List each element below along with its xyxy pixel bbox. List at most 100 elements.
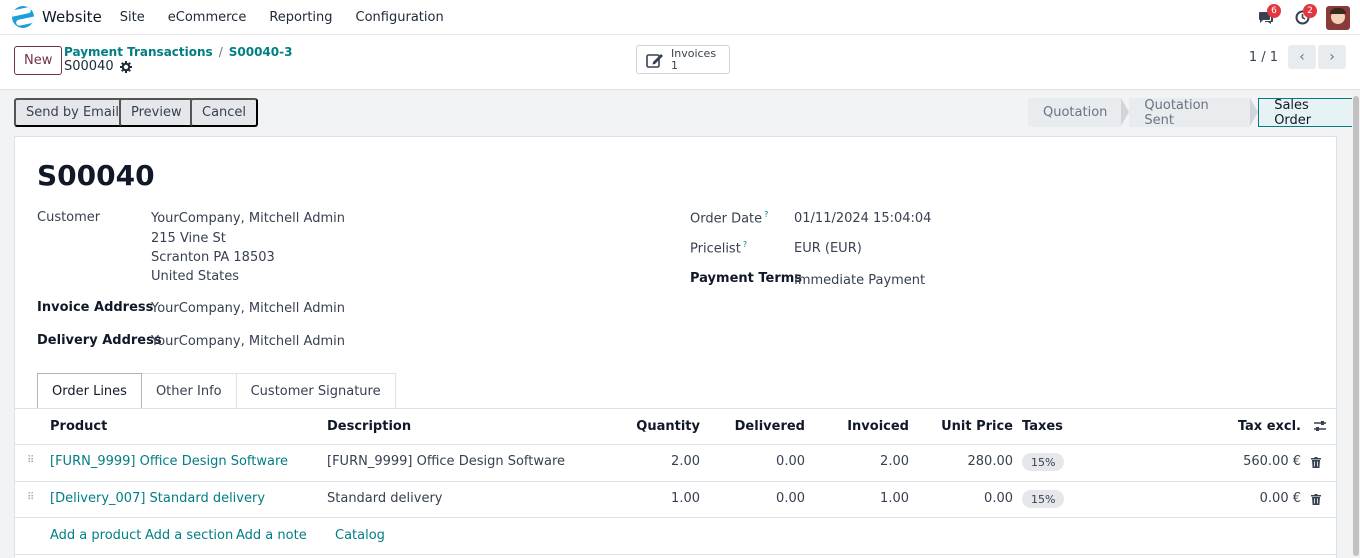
- header-bottom-border: [15, 444, 1336, 445]
- chevron-left-icon: ‹: [1299, 49, 1305, 65]
- row-invoiced[interactable]: 1.00: [880, 491, 909, 506]
- delivery-address-label: Delivery Address: [37, 333, 162, 348]
- help-icon[interactable]: ?: [743, 240, 747, 249]
- stage-quotation-sent[interactable]: Quotation Sent: [1129, 98, 1251, 128]
- col-header-quantity[interactable]: Quantity: [636, 419, 700, 434]
- row-invoiced[interactable]: 2.00: [880, 454, 909, 469]
- pricelist-label-text: Pricelist: [690, 241, 741, 257]
- col-header-invoiced[interactable]: Invoiced: [847, 419, 909, 434]
- order-date-label-text: Order Date: [690, 211, 763, 227]
- scrollbar-thumb[interactable]: [1353, 96, 1359, 556]
- top-navbar: Website Site eCommerce Reporting Configu…: [0, 0, 1360, 35]
- drag-handle-icon[interactable]: ⠿: [27, 492, 35, 504]
- table-bottom-border: [15, 554, 1336, 555]
- tab-customer-signature[interactable]: Customer Signature: [235, 373, 396, 409]
- invoices-smart-button[interactable]: Invoices 1: [636, 45, 730, 74]
- stage-sales-order[interactable]: Sales Order: [1258, 98, 1360, 128]
- notebook-tabs: Order Lines Other Info Customer Signatur…: [37, 373, 396, 410]
- pager-next-button[interactable]: ›: [1318, 45, 1346, 69]
- row-subtotal: 0.00 €: [1259, 491, 1301, 506]
- tab-order-lines[interactable]: Order Lines: [37, 373, 142, 410]
- messages-button[interactable]: 6: [1248, 0, 1284, 35]
- col-header-tax-excl[interactable]: Tax excl.: [1238, 419, 1301, 434]
- customer-city: Scranton PA 18503: [151, 250, 275, 265]
- drag-handle-icon[interactable]: ⠿: [27, 455, 35, 467]
- row-unit-price[interactable]: 0.00: [984, 491, 1013, 506]
- col-header-delivered[interactable]: Delivered: [735, 419, 805, 434]
- control-panel: New Payment Transactions / S00040-3 S00040…: [0, 35, 1360, 90]
- form-statusbar: Send by Email Preview Cancel Quotation Q…: [0, 90, 1360, 135]
- invoice-address-label: Invoice Address: [37, 300, 154, 315]
- payment-terms-field[interactable]: Immediate Payment: [794, 271, 925, 290]
- stage-divider: [1121, 98, 1130, 126]
- add-section-link[interactable]: Add a section: [145, 528, 233, 543]
- menu-configuration[interactable]: Configuration: [356, 10, 444, 25]
- pager-previous-button[interactable]: ‹: [1288, 45, 1316, 69]
- avatar[interactable]: [1326, 5, 1350, 30]
- pricelist-label: Pricelist?: [690, 240, 747, 256]
- new-button[interactable]: New: [14, 46, 63, 75]
- invoice-address-field[interactable]: YourCompany, Mitchell Admin: [151, 299, 345, 318]
- tax-tag[interactable]: 15%: [1022, 490, 1065, 508]
- gear-icon[interactable]: [119, 61, 132, 73]
- col-header-taxes[interactable]: Taxes: [1022, 419, 1063, 434]
- trash-icon[interactable]: [1311, 457, 1321, 468]
- table-top-border: [15, 408, 1336, 409]
- record-title: S00040: [37, 159, 155, 192]
- help-icon[interactable]: ?: [764, 210, 768, 219]
- add-product-link[interactable]: Add a product: [50, 528, 141, 543]
- breadcrumb-transaction[interactable]: S00040-3: [229, 45, 293, 59]
- row-delivered[interactable]: 0.00: [776, 491, 805, 506]
- row-description[interactable]: [FURN_9999] Office Design Software: [327, 454, 565, 469]
- preview-button[interactable]: Preview: [119, 98, 194, 127]
- row-description[interactable]: Standard delivery: [327, 491, 442, 506]
- col-header-description[interactable]: Description: [327, 419, 411, 434]
- breadcrumb-payment-transactions[interactable]: Payment Transactions: [64, 45, 213, 59]
- row-divider: [15, 517, 1336, 518]
- col-header-product[interactable]: Product: [50, 419, 107, 434]
- breadcrumb: Payment Transactions / S00040-3 S00040: [64, 45, 292, 74]
- invoices-label: Invoices: [671, 46, 717, 60]
- menu-site[interactable]: Site: [120, 10, 145, 25]
- column-settings-icon[interactable]: [1313, 420, 1327, 432]
- breadcrumb-current-record: S00040: [64, 59, 114, 74]
- app-brand[interactable]: Website: [12, 6, 102, 28]
- row-product[interactable]: [FURN_9999] Office Design Software: [50, 454, 288, 469]
- row-delivered[interactable]: 0.00: [776, 454, 805, 469]
- app-name: Website: [42, 8, 102, 26]
- add-note-link[interactable]: Add a note: [236, 528, 307, 543]
- row-divider: [15, 481, 1336, 482]
- messages-count-badge: 6: [1267, 4, 1281, 18]
- customer-street: 215 Vine St: [151, 231, 226, 246]
- customer-link[interactable]: YourCompany, Mitchell Admin: [151, 209, 345, 228]
- chevron-right-icon: ›: [1329, 49, 1335, 65]
- row-subtotal: 560.00 €: [1243, 454, 1301, 469]
- catalog-link[interactable]: Catalog: [335, 528, 385, 543]
- stage-quotation[interactable]: Quotation: [1028, 98, 1122, 127]
- payment-terms-label: Payment Terms: [690, 271, 803, 286]
- activities-count-badge: 2: [1303, 4, 1317, 18]
- website-logo-icon: [12, 6, 34, 28]
- customer-label: Customer: [37, 210, 101, 225]
- pager-value[interactable]: 1 / 1: [1249, 50, 1278, 65]
- menu-reporting[interactable]: Reporting: [269, 10, 332, 25]
- status-stages: Quotation Quotation Sent Sales Order: [1028, 98, 1360, 128]
- tab-other-info[interactable]: Other Info: [140, 373, 237, 409]
- menu-ecommerce[interactable]: eCommerce: [168, 10, 247, 25]
- invoices-count: 1: [671, 58, 678, 72]
- send-by-email-button[interactable]: Send by Email: [14, 98, 132, 127]
- activities-button[interactable]: 2: [1284, 0, 1320, 35]
- systray: 6 2: [1248, 0, 1360, 35]
- cancel-button[interactable]: Cancel: [190, 98, 259, 127]
- pricelist-field[interactable]: EUR (EUR): [794, 239, 862, 258]
- delivery-address-field[interactable]: YourCompany, Mitchell Admin: [151, 332, 345, 351]
- row-unit-price[interactable]: 280.00: [968, 454, 1014, 469]
- tax-tag[interactable]: 15%: [1022, 453, 1065, 471]
- col-header-unit-price[interactable]: Unit Price: [941, 419, 1013, 434]
- row-quantity[interactable]: 1.00: [671, 491, 700, 506]
- row-product[interactable]: [Delivery_007] Standard delivery: [50, 491, 265, 506]
- customer-country: United States: [151, 269, 240, 284]
- row-quantity[interactable]: 2.00: [671, 454, 700, 469]
- trash-icon[interactable]: [1311, 494, 1321, 505]
- order-date-field[interactable]: 01/11/2024 15:04:04: [794, 209, 931, 228]
